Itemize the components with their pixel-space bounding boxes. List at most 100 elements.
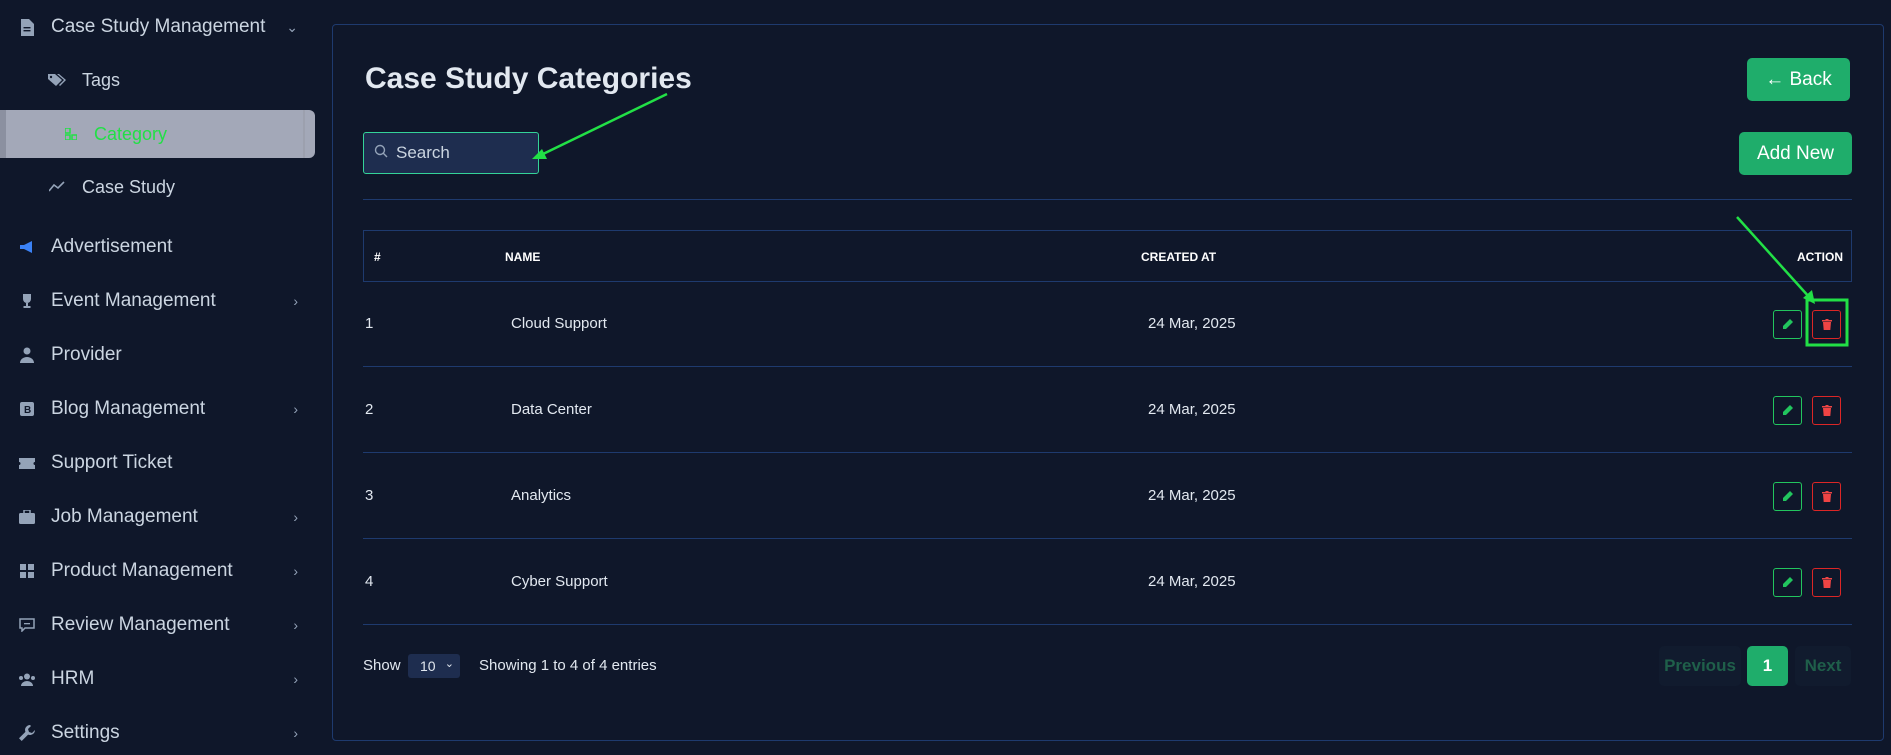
show-label: Show [363,657,401,674]
table-row: 1 Cloud Support 24 Mar, 2025 [363,281,1852,367]
sidebar-item-hrm[interactable]: HRM › [0,657,320,701]
sidebar-item-label: HRM [51,668,95,689]
sidebar-item-event-management[interactable]: Event Management › [0,279,320,323]
sidebar-item-label: Settings [51,722,120,743]
row-name: Analytics [511,487,572,504]
delete-button[interactable] [1812,482,1841,511]
trash-icon [1821,319,1832,330]
trend-icon [48,178,66,196]
ticket-icon [18,454,36,472]
chevron-right-icon: › [293,671,298,687]
sidebar-item-advertisement[interactable]: Advertisement [0,225,320,269]
trash-icon [1821,405,1832,416]
category-icon [62,125,80,143]
add-new-button[interactable]: Add New [1739,132,1852,175]
sidebar: Case Study Management ⌄ Tags Category Ca… [0,0,320,755]
edit-button[interactable] [1773,482,1802,511]
tags-icon [48,71,66,89]
sidebar-item-tags[interactable]: Tags [0,58,320,102]
pencil-icon [1783,319,1793,329]
search-box [363,132,539,174]
page-1-button[interactable]: 1 [1747,646,1788,686]
next-page-button[interactable]: Next [1795,646,1851,686]
chevron-right-icon: › [293,563,298,579]
sidebar-item-case-study[interactable]: Case Study [0,165,320,209]
sidebar-item-label: Blog Management [51,398,206,419]
row-number: 2 [365,401,374,418]
edit-button[interactable] [1773,310,1802,339]
search-input[interactable] [396,143,536,163]
pencil-icon [1783,405,1793,415]
chevron-right-icon: › [293,293,298,309]
row-created-at: 24 Mar, 2025 [1148,573,1236,590]
edit-button[interactable] [1773,396,1802,425]
page-size-select[interactable]: 10 ⌄ [408,654,460,678]
sidebar-item-label: Tags [82,69,121,90]
user-tie-icon [18,346,36,364]
chevron-right-icon: › [293,725,298,741]
col-header-name: NAME [505,250,541,264]
page-size-value: 10 [420,658,436,674]
back-button[interactable]: ← Back [1747,58,1850,101]
previous-page-button[interactable]: Previous [1659,646,1741,686]
table-row: 2 Data Center 24 Mar, 2025 [363,367,1852,453]
page-title: Case Study Categories [365,62,692,95]
delete-button[interactable] [1812,310,1841,339]
pencil-icon [1783,577,1793,587]
sidebar-item-label: Job Management [51,506,198,527]
blog-icon: B [18,400,36,418]
sidebar-item-label: Support Ticket [51,452,173,473]
pencil-icon [1783,491,1793,501]
chevron-down-icon: ⌄ [286,18,298,35]
svg-text:B: B [24,405,31,416]
sidebar-item-label: Category [94,123,168,144]
chevron-right-icon: › [293,401,298,417]
sidebar-item-label: Case Study [82,176,176,197]
sidebar-item-label: Provider [51,344,122,365]
col-header-created-at: CREATED AT [1141,250,1217,264]
document-icon [18,18,36,36]
col-header-number: # [374,250,381,264]
sidebar-item-label: Case Study Management [51,16,266,37]
sidebar-item-category[interactable]: Category [0,110,315,158]
chevron-down-icon: ⌄ [444,658,454,670]
col-header-action: ACTION [1797,250,1843,264]
chevron-right-icon: › [293,617,298,633]
chevron-right-icon: › [293,509,298,525]
sidebar-item-support-ticket[interactable]: Support Ticket [0,441,320,485]
review-icon [18,616,36,634]
row-number: 3 [365,487,374,504]
sidebar-item-label: Event Management [51,290,216,311]
sidebar-item-review-management[interactable]: Review Management › [0,603,320,647]
row-name: Cloud Support [511,315,607,332]
row-created-at: 24 Mar, 2025 [1148,487,1236,504]
briefcase-icon [18,508,36,526]
row-name: Cyber Support [511,573,608,590]
row-created-at: 24 Mar, 2025 [1148,315,1236,332]
wrench-icon [18,724,36,742]
trash-icon [1821,577,1832,588]
sidebar-item-case-study-management[interactable]: Case Study Management ⌄ [0,5,320,49]
sidebar-item-label: Product Management [51,560,233,581]
delete-button[interactable] [1812,396,1841,425]
sidebar-item-label: Review Management [51,614,230,635]
trash-icon [1821,491,1832,502]
sidebar-item-settings[interactable]: Settings › [0,711,320,755]
sidebar-item-provider[interactable]: Provider [0,333,320,377]
divider [363,199,1852,200]
row-number: 4 [365,573,374,590]
row-name: Data Center [511,401,592,418]
table-row: 3 Analytics 24 Mar, 2025 [363,453,1852,539]
sidebar-item-label: Advertisement [51,236,173,257]
table-row: 4 Cyber Support 24 Mar, 2025 [363,539,1852,625]
users-icon [18,670,36,688]
edit-button[interactable] [1773,568,1802,597]
delete-button[interactable] [1812,568,1841,597]
sidebar-item-blog-management[interactable]: B Blog Management › [0,387,320,431]
search-icon [374,144,388,163]
trophy-icon [18,292,36,310]
sidebar-item-product-management[interactable]: Product Management › [0,549,320,593]
sidebar-item-job-management[interactable]: Job Management › [0,495,320,539]
entries-info: Showing 1 to 4 of 4 entries [479,657,657,674]
grid-icon [18,562,36,580]
